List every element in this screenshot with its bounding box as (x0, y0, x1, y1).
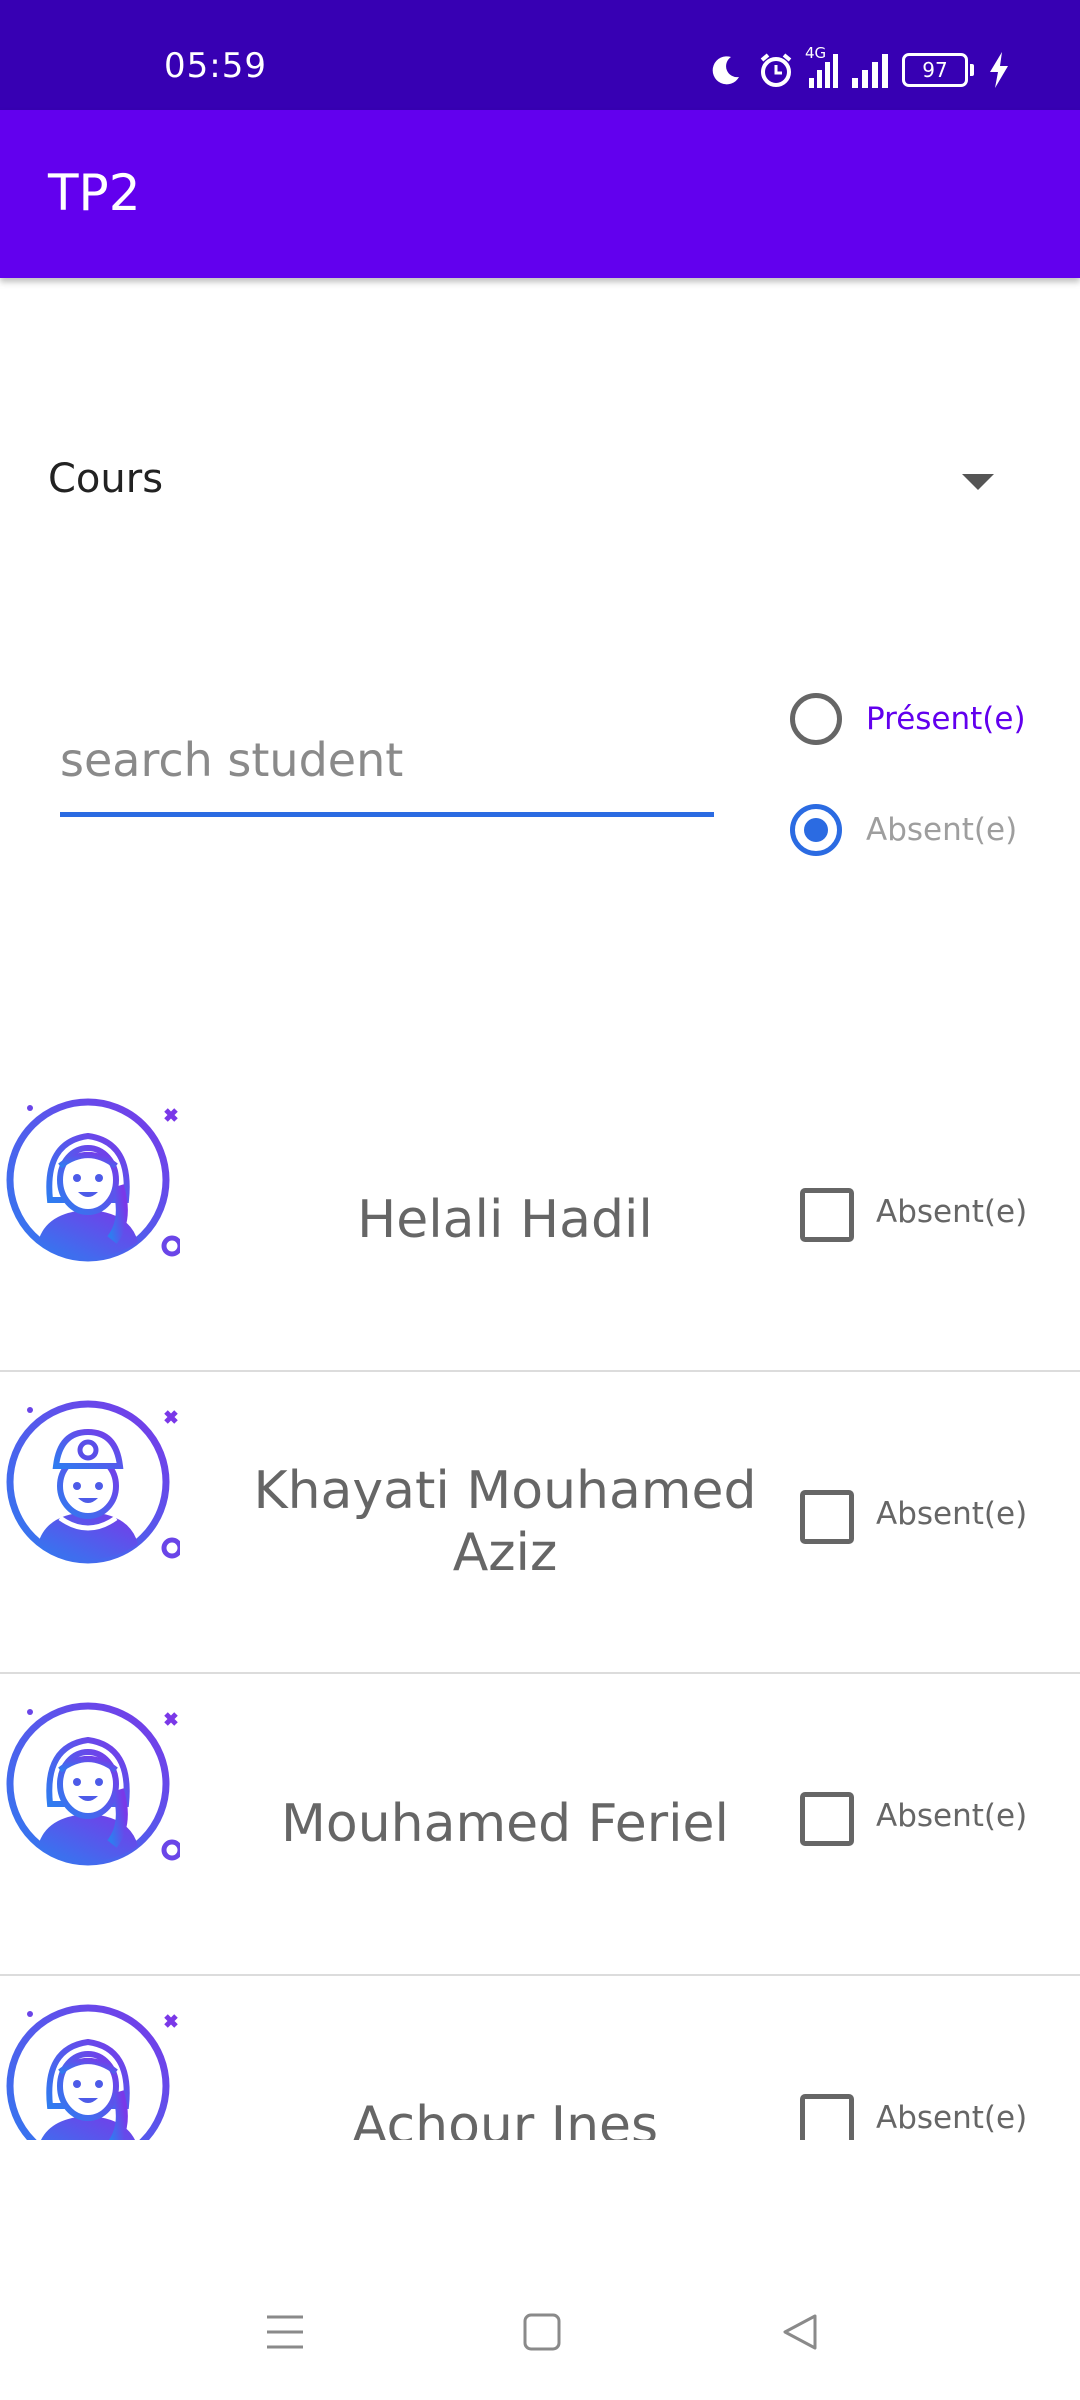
radio-present[interactable]: Présent(e) (790, 687, 1026, 751)
list-item[interactable]: Achour Ines Absent(e) (0, 1976, 1080, 2140)
status-time: 05:59 (164, 46, 267, 86)
student-name: Helali Hadil (357, 1190, 653, 1250)
home-square-icon[interactable] (522, 2312, 562, 2352)
nav-bar (0, 2260, 1080, 2400)
app-title: TP2 (48, 164, 141, 222)
battery-icon: 97 (902, 53, 974, 87)
dropdown-arrow-icon (962, 474, 994, 490)
list-item[interactable]: Khayati Mouhamed Aziz Absent(e) (0, 1372, 1080, 1674)
radio-present-label: Présent(e) (866, 701, 1026, 737)
list-item[interactable]: Mouhamed Feriel Absent(e) (0, 1674, 1080, 1976)
girl-avatar-icon (6, 1702, 180, 1866)
list-item[interactable]: Helali Hadil Absent(e) (0, 1070, 1080, 1372)
signal-icon (852, 52, 888, 88)
girl-avatar-icon (6, 2004, 178, 2140)
absent-checkbox[interactable] (800, 2094, 854, 2140)
student-name: Achour Ines (351, 2096, 659, 2140)
back-triangle-icon[interactable] (780, 2312, 820, 2352)
course-spinner-value: Cours (48, 456, 164, 502)
absent-checkbox[interactable] (800, 1792, 854, 1846)
app-bar: TP2 (0, 110, 1080, 278)
student-list[interactable]: Helali Hadil Absent(e) Khayati Mouhamed … (0, 1070, 1080, 2140)
absent-checkbox-label: Absent(e) (876, 1798, 1028, 1834)
radio-absent[interactable]: Absent(e) (790, 798, 1017, 862)
search-input[interactable] (60, 720, 714, 800)
girl-avatar-icon (6, 1098, 180, 1262)
radio-absent-circle[interactable] (790, 804, 842, 856)
student-name: Mouhamed Feriel (281, 1794, 729, 1854)
search-field (60, 720, 714, 817)
boy-cap-avatar-icon (6, 1400, 180, 1564)
absent-checkbox-label: Absent(e) (876, 1194, 1028, 1230)
network-type-label: 4G (805, 44, 827, 62)
signal-4g-icon: 4G (805, 44, 838, 88)
absent-checkbox[interactable] (800, 1188, 854, 1242)
radio-present-circle[interactable] (790, 693, 842, 745)
absent-checkbox[interactable] (800, 1490, 854, 1544)
status-icons: 4G 97 (709, 44, 1010, 96)
menu-icon[interactable] (264, 2312, 306, 2352)
course-spinner[interactable]: Cours (48, 440, 1018, 524)
charging-bolt-icon (990, 52, 1008, 88)
absent-checkbox-label: Absent(e) (876, 2100, 1028, 2136)
radio-absent-label: Absent(e) (866, 812, 1018, 848)
status-bar: 05:59 4G 97 (0, 0, 1080, 110)
absent-checkbox-label: Absent(e) (876, 1496, 1028, 1532)
battery-level: 97 (922, 58, 948, 82)
alarm-icon (760, 53, 792, 87)
student-name: Khayati Mouhamed Aziz (253, 1461, 757, 1583)
moon-icon (712, 56, 739, 85)
